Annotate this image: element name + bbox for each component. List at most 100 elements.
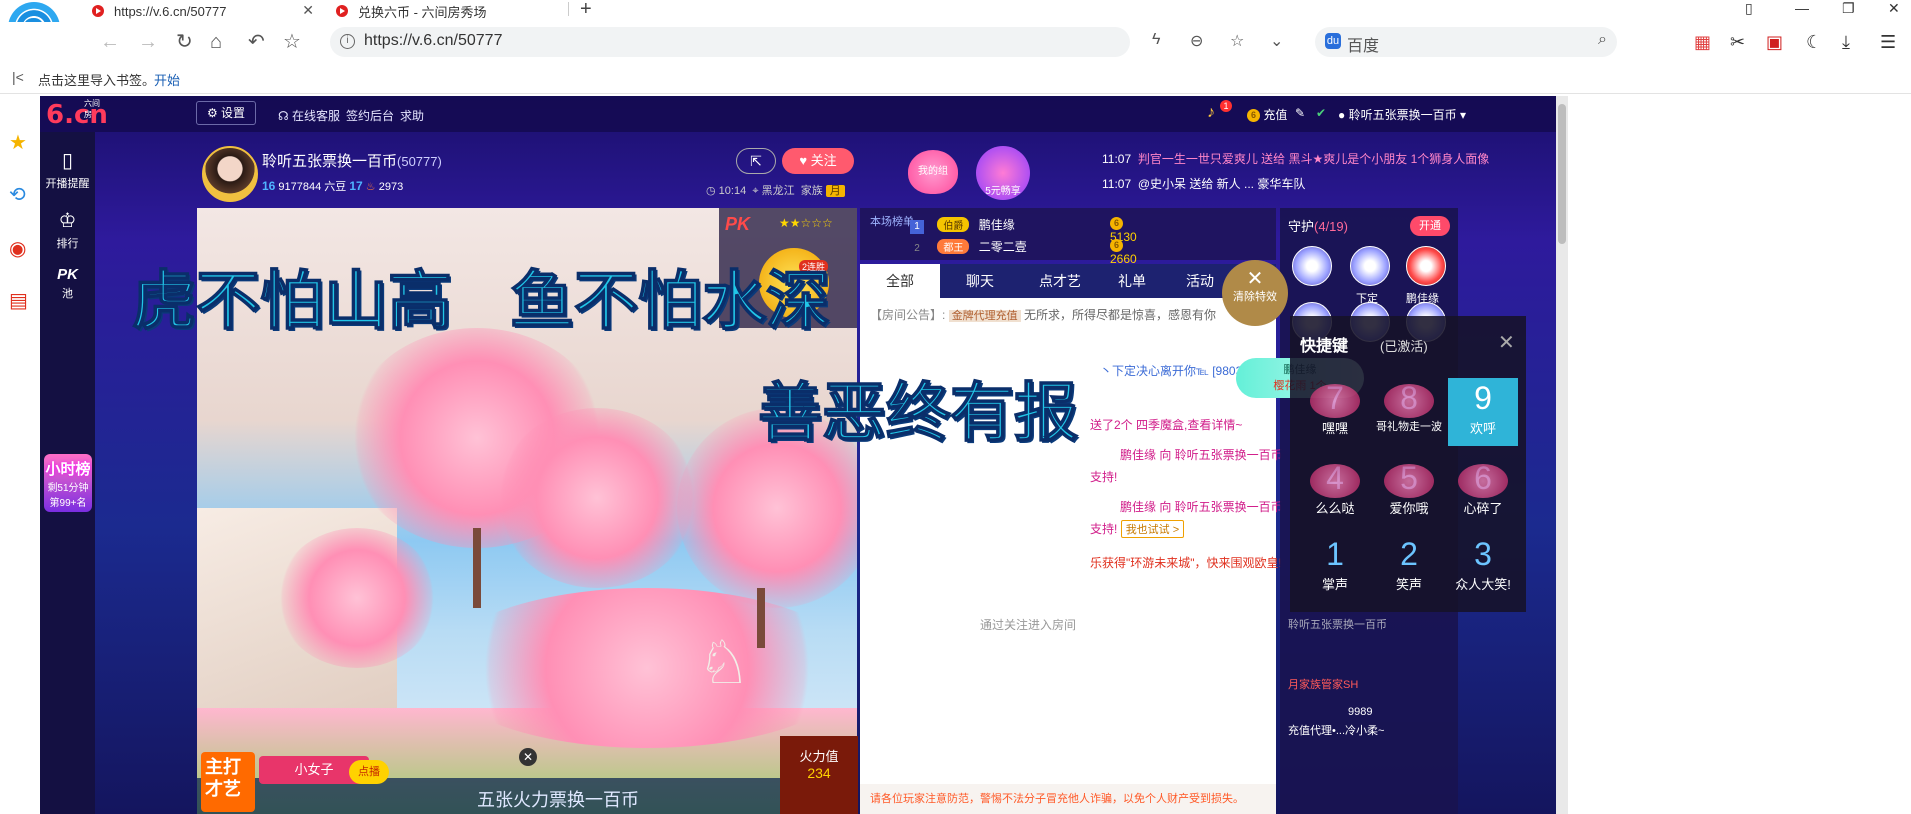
chat-message-text: 通过关注进入房间 [980, 618, 1077, 632]
close-icon[interactable]: ✕ [519, 748, 537, 766]
search-input[interactable]: 百度 [1347, 32, 1379, 56]
request-button[interactable]: 点播 [349, 760, 389, 784]
rank-row[interactable]: 1 伯爵 鹏佳缘 6 5130 [910, 216, 1137, 244]
cherry-tree [277, 528, 437, 668]
undo-icon[interactable]: ↶ [248, 30, 265, 54]
contract-backend-link[interactable]: 签约后台 [346, 107, 394, 124]
window-minimize-icon[interactable]: — [1795, 0, 1809, 16]
coin-icon: 6 [1247, 109, 1260, 123]
scissors-icon[interactable]: ✂ [1730, 31, 1745, 53]
edit-icon[interactable]: ✎ [1295, 106, 1305, 120]
clear-effect-label: 清除特效 [1233, 291, 1277, 303]
shortcut-1[interactable]: 1 掌声 [1300, 534, 1370, 602]
apps-grid-icon[interactable]: ▦ [1694, 31, 1711, 53]
bookmark-star-icon[interactable]: ☆ [1230, 31, 1244, 51]
settings-label: 设置 [221, 106, 246, 120]
blank-area [1568, 96, 1911, 814]
five-yuan-gift[interactable]: 5元畅享 [976, 146, 1030, 200]
shortcut-panel: 快捷键 (已激活) ✕ 7 嘿嘿 8 哥礼物走一波 9 欢呼 4 么么哒 5 爱… [1290, 316, 1526, 612]
reload-icon[interactable]: ↻ [176, 30, 193, 54]
clear-effect-button[interactable]: ✕ 清除特效 [1222, 260, 1288, 326]
heart-icon: ♥ [799, 153, 808, 168]
sidebar-item-rank[interactable]: ♔ 排行 [40, 208, 95, 251]
lightning-icon[interactable]: ϟ [1152, 31, 1160, 49]
address-bar[interactable]: i https://v.6.cn/50777 ϟ ⊖ ☆ ⌄ [330, 27, 1283, 57]
share-button[interactable]: ⇱ [736, 148, 776, 174]
site-logo[interactable]: 6.cn 六间房 [46, 99, 108, 130]
shortcut-7[interactable]: 7 嘿嘿 [1300, 378, 1370, 446]
tab-close-icon[interactable]: ✕ [302, 2, 314, 19]
recharge-link[interactable]: 6 充值 [1247, 106, 1287, 123]
forward-icon[interactable]: → [138, 30, 158, 54]
guard-avatar[interactable] [1350, 246, 1390, 286]
sidebar-item-pk-pool[interactable]: PK 池 [40, 266, 95, 301]
rank-row[interactable]: 2 都王 二零二壹 6 2660 [910, 238, 1137, 266]
shortcut-3[interactable]: 3 众人大笑! [1448, 534, 1518, 602]
favorite-star-icon[interactable]: ☆ [283, 30, 301, 54]
follow-button[interactable]: ♥ 关注 [782, 148, 854, 174]
pdf-icon[interactable]: ▣ [1766, 31, 1783, 53]
open-guard-button[interactable]: 开通 [1410, 216, 1450, 236]
tab-exchange[interactable]: 兑换六币 - 六间房秀场 [336, 0, 576, 22]
tab-chat[interactable]: 聊天 [940, 264, 1020, 298]
phone-icon: ▯ [61, 150, 73, 172]
sidebar-toggle-icon[interactable]: |< [12, 69, 24, 85]
shortcut-9[interactable]: 9 欢呼 [1448, 378, 1518, 446]
guard-title: 守护 [1288, 219, 1315, 234]
window-restore-icon[interactable]: ❐ [1842, 0, 1855, 17]
anchor-avatar[interactable] [202, 146, 258, 202]
headset-icon: ☊ [278, 109, 289, 123]
shortcut-5[interactable]: 5 爱你哦 [1374, 458, 1444, 526]
shortcut-8[interactable]: 8 哥礼物走一波 [1374, 378, 1444, 446]
sidebar-item-live-reminder[interactable]: ▯ 开播提醒 [40, 148, 95, 191]
guard-avatar[interactable] [1292, 246, 1332, 286]
left-sidebar: ▯ 开播提醒 ♔ 排行 PK 池 小时榜 剩51分钟 第99+名 [40, 132, 95, 814]
favorites-star-icon[interactable]: ★ [9, 130, 27, 155]
history-icon[interactable]: ⟲ [9, 182, 26, 207]
site-nav: 6.cn 六间房 ⚙ 设置 ☊ 在线客服 签约后台 求助 ♪ 1 6 充值 ✎ … [40, 96, 1556, 132]
download-icon[interactable]: ⤓ [1842, 31, 1850, 53]
window-close-icon[interactable]: ✕ [1888, 0, 1900, 17]
shortcut-key: 2 [1400, 536, 1418, 572]
close-icon[interactable]: ✕ [1498, 330, 1515, 355]
guard-avatar[interactable] [1406, 246, 1446, 286]
shortcut-4[interactable]: 4 么么哒 [1300, 458, 1370, 526]
chat-message-text: 支持! [1090, 470, 1118, 484]
rank-number: 1 [910, 220, 924, 234]
site-info-icon[interactable]: i [340, 34, 355, 49]
home-icon[interactable]: ⌂ [210, 30, 222, 54]
host-talent-tag[interactable]: 主打才艺 小女子 点播 [201, 748, 389, 814]
help-link[interactable]: 求助 [400, 107, 424, 124]
user-menu[interactable]: ● 聆听五张票换一百币 ▾ [1338, 106, 1466, 123]
anti-fraud-notice: 请各位玩家注意防范，警惕不法分子冒充他人诈骗，以免个人财产受到损失。 [860, 784, 1276, 814]
search-icon[interactable]: ⌕ [1598, 31, 1607, 49]
shortcut-2[interactable]: 2 笑声 [1374, 534, 1444, 602]
tab-talent[interactable]: 点才艺 [1020, 264, 1100, 298]
customer-service-link[interactable]: ☊ 在线客服 [278, 107, 340, 124]
window-menu-icon[interactable]: ▯ [1745, 0, 1753, 17]
site-logo-sub: 六间房 [84, 99, 100, 119]
feed-item: 11:07 @史小呆 送给 新人 ... 豪华车队 [1102, 175, 1489, 192]
settings-button[interactable]: ⚙ 设置 [196, 101, 256, 125]
weibo-icon[interactable]: ◉ [9, 236, 26, 261]
chevron-down-icon[interactable]: ⌄ [1270, 31, 1283, 51]
verified-icon[interactable]: ✔ [1316, 106, 1326, 120]
shortcut-label: 爱你哦 [1389, 501, 1429, 516]
tab-v6-room[interactable]: https://v.6.cn/50777 ✕ [92, 0, 322, 22]
menu-icon[interactable]: ☰ [1880, 31, 1896, 53]
shortcut-label: 哥礼物走一波 [1376, 421, 1442, 433]
back-icon[interactable]: ← [100, 30, 120, 54]
my-group-gift[interactable]: 我的组 [908, 150, 958, 194]
notes-icon[interactable]: ▤ [9, 288, 28, 313]
rank-value: 6 2660 [1110, 238, 1137, 266]
dark-mode-icon[interactable]: ☾ [1806, 31, 1822, 53]
new-tab-button[interactable]: + [580, 0, 592, 21]
hour-rank-badge[interactable]: 小时榜 剩51分钟 第99+名 [44, 454, 92, 512]
search-box[interactable]: du 百度 ⌕ [1315, 27, 1617, 57]
shortcut-6[interactable]: 6 心碎了 [1448, 458, 1518, 526]
zoom-icon[interactable]: ⊖ [1190, 31, 1203, 51]
tab-all[interactable]: 全部 [860, 264, 940, 298]
page-scrollbar[interactable] [1556, 96, 1568, 814]
bookmark-start-link[interactable]: 开始 [154, 70, 180, 89]
try-it-button[interactable]: 我也试试 > [1120, 520, 1185, 538]
